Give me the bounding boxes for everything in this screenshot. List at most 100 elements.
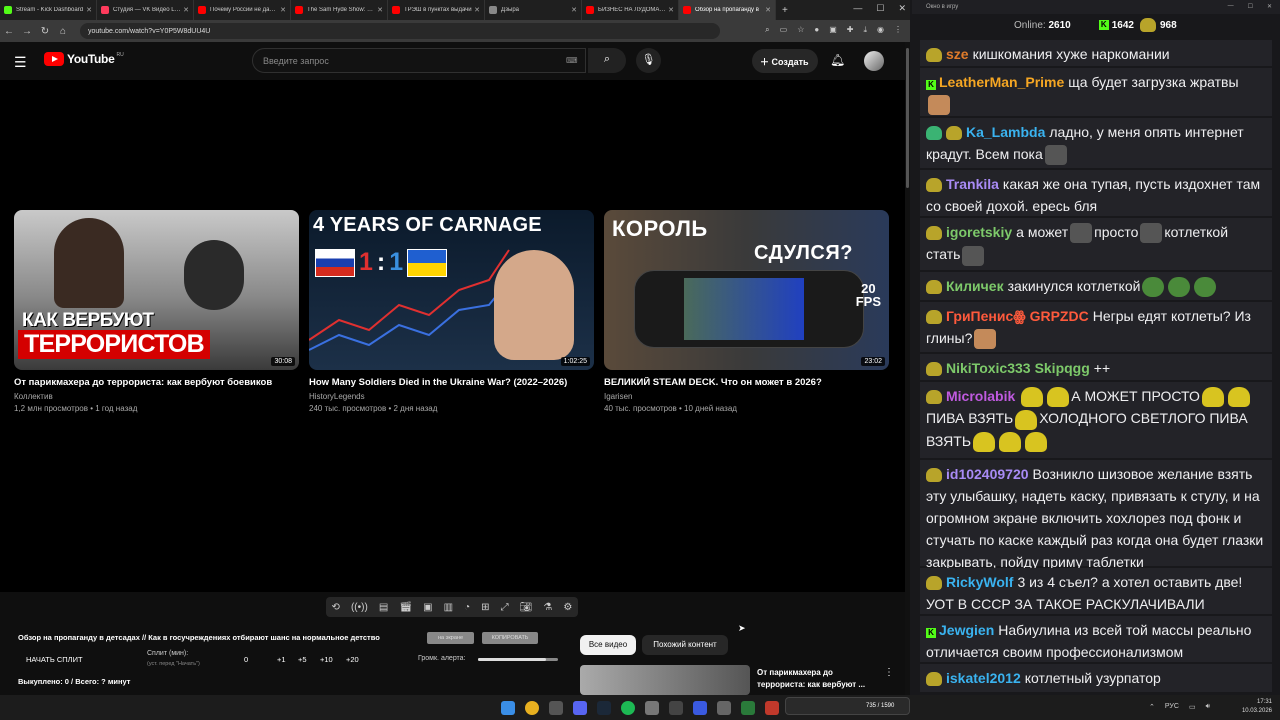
browser-tab[interactable]: Дзыра ✕ [485, 0, 582, 20]
chat-username[interactable]: ГриПенисꙮ [946, 308, 1026, 324]
tab-close-icon[interactable]: ✕ [377, 6, 383, 14]
minimize-icon[interactable]: — [853, 3, 862, 14]
tab-close-icon[interactable]: ✕ [765, 6, 771, 14]
hamburger-menu-icon[interactable]: ☰ [14, 54, 27, 71]
browser-tab[interactable]: БИЗНЕС НА ЛУДОМАНАХ ✕ [582, 0, 679, 20]
gear-icon[interactable]: ⚙ [563, 602, 572, 613]
avatar[interactable] [864, 51, 884, 71]
browser-tab[interactable]: Почему России не дадут ✕ [194, 0, 291, 20]
home-icon[interactable]: ⌂ [54, 26, 72, 37]
discord-icon[interactable] [573, 700, 587, 715]
tab-close-icon[interactable]: ✕ [280, 6, 286, 14]
maximize-icon[interactable]: ☐ [1248, 3, 1253, 10]
tab-all-videos[interactable]: Все видео [580, 635, 636, 655]
puzzle-icon[interactable]: ✚ [847, 25, 854, 35]
more-options-icon[interactable]: ⋮ [884, 667, 894, 678]
browser-tab[interactable]: The Sam Hyde Show: Dea ✕ [291, 0, 388, 20]
alert-volume-slider[interactable] [478, 658, 558, 661]
app-icon[interactable] [765, 700, 779, 715]
browser-tab[interactable]: Студия — VK Видео Live ✕ [97, 0, 194, 20]
lang-indicator[interactable]: РУС [1165, 703, 1179, 711]
video-card[interactable]: 4 YEARS OF CARNAGE 1:1 1:02:25 How Many … [309, 210, 594, 413]
browser-tab-active[interactable]: Обзор на пропаганду в ✕ [679, 0, 776, 20]
tab-similar-content[interactable]: Похожий контент [642, 635, 728, 655]
chat-username[interactable]: Ka_Lambda [966, 124, 1045, 140]
pip-icon[interactable]: ▣ [423, 602, 432, 613]
chrome-icon[interactable] [525, 700, 539, 715]
app-icon[interactable] [717, 700, 731, 715]
start-menu-icon[interactable] [501, 700, 515, 715]
browser-tab[interactable]: Stream - Kick Dashboard ✕ [0, 0, 97, 20]
clapper-icon[interactable]: 🎬︎ [399, 602, 412, 613]
split-increment-button[interactable]: +10 [320, 655, 333, 664]
split-increment-button[interactable]: +20 [346, 655, 359, 664]
keyboard-icon[interactable]: ⌨ [566, 56, 578, 65]
browser-menu-icon[interactable]: ⋮ [894, 25, 902, 35]
steam-icon[interactable] [597, 700, 611, 715]
app-icon[interactable] [693, 700, 707, 715]
search-button[interactable]: ⌕ [588, 48, 626, 73]
chat-username[interactable]: iskatel2012 [946, 670, 1021, 686]
maximize-icon[interactable]: ☐ [876, 3, 884, 14]
create-button[interactable]: ＋ Создать [752, 49, 818, 73]
tab-close-icon[interactable]: ✕ [86, 6, 92, 14]
close-window-icon[interactable]: ✕ [898, 3, 906, 14]
chat-username[interactable]: id102409720 [946, 466, 1029, 482]
search-input[interactable]: Введите запрос [252, 48, 586, 73]
video-thumbnail[interactable]: КОРОЛЬ СДУЛСЯ? 20 FPS 23:02 [604, 210, 889, 370]
app-icon[interactable] [669, 700, 683, 715]
notifications-bell-icon[interactable]: 🔔︎ [830, 53, 845, 67]
reload-icon[interactable]: ↻ [36, 26, 54, 37]
chat-username[interactable]: Trankila [946, 176, 999, 192]
chat-mention[interactable]: Skipqgg [1035, 360, 1090, 376]
video-title[interactable]: How Many Soldiers Died in the Ukraine Wa… [309, 377, 594, 388]
app-icon[interactable] [741, 700, 755, 715]
video-title[interactable]: От парикмахера до террориста: как вербую… [14, 377, 299, 388]
chat-username[interactable]: Jewgien [939, 622, 994, 638]
film-icon[interactable]: ▥ [444, 602, 453, 613]
flask-icon[interactable]: ⚗ [543, 602, 552, 613]
tab-close-icon[interactable]: ✕ [571, 6, 577, 14]
watch-later-icon[interactable]: ▤ [379, 602, 388, 613]
close-window-icon[interactable]: ✕ [1267, 3, 1272, 10]
video-thumbnail[interactable]: 4 YEARS OF CARNAGE 1:1 1:02:25 [309, 210, 594, 370]
split-increment-button[interactable]: +1 [277, 655, 286, 664]
tab-close-icon[interactable]: ✕ [668, 6, 674, 14]
video-card[interactable]: КАК ВЕРБУЮТ ТЕРРОРИСТОВ 30:08 От парикма… [14, 210, 299, 413]
split-increment-button[interactable]: +5 [298, 655, 307, 664]
clock[interactable]: 17:31 10.03.2026 [1242, 698, 1272, 716]
extension-icon[interactable]: ● [814, 25, 819, 35]
new-tab-icon[interactable]: + [782, 5, 788, 16]
video-title[interactable]: ВЕЛИКИЙ STEAM DECK. Что он может в 2026? [604, 377, 889, 388]
download-icon[interactable]: ⤓ [863, 25, 867, 35]
voice-search-button[interactable]: 🎙︎ [636, 48, 661, 73]
start-split-button[interactable]: НАЧАТЬ СПЛИТ [26, 655, 83, 664]
chat-username[interactable]: Microlabik [946, 388, 1015, 404]
channel-name[interactable]: Коллектив [14, 392, 299, 401]
related-video-thumbnail[interactable] [580, 665, 750, 695]
loop-icon[interactable]: ⟲ [332, 602, 340, 613]
minimize-icon[interactable]: — [1228, 3, 1234, 10]
meme-party-widget[interactable]: 735 / 1590 [785, 697, 910, 715]
broadcast-icon[interactable]: ((•)) [351, 602, 368, 613]
related-video-title[interactable]: От парикмахера до террориста: как вербую… [757, 667, 877, 691]
resize-icon[interactable]: ⤢ [501, 602, 509, 613]
chat-username[interactable]: NikiToxic333 [946, 360, 1031, 376]
video-card[interactable]: КОРОЛЬ СДУЛСЯ? 20 FPS 23:02 ВЕЛИКИЙ STEAM… [604, 210, 889, 413]
cast-icon[interactable]: ▭ [780, 25, 788, 35]
tab-close-icon[interactable]: ✕ [183, 6, 189, 14]
chat-mention[interactable]: GRPZDC [1030, 308, 1089, 324]
channel-name[interactable]: HistoryLegends [309, 392, 594, 401]
speed-icon[interactable]: ◔ [464, 602, 470, 613]
chat-username[interactable]: Киличек [946, 278, 1004, 294]
add-icon[interactable]: ⊞ [481, 602, 489, 613]
camera-icon[interactable]: 📷︎ [520, 602, 533, 613]
explorer-icon[interactable] [549, 700, 563, 715]
back-icon[interactable]: ← [0, 26, 18, 37]
volume-icon[interactable]: 🔊︎ [1206, 703, 1210, 711]
app-icon[interactable] [645, 700, 659, 715]
video-thumbnail[interactable]: КАК ВЕРБУЮТ ТЕРРОРИСТОВ 30:08 [14, 210, 299, 370]
channel-name[interactable]: Igarisen [604, 392, 889, 401]
youtube-logo[interactable]: YouTube RU [44, 52, 124, 66]
profile-icon[interactable]: ◉ [877, 25, 884, 35]
